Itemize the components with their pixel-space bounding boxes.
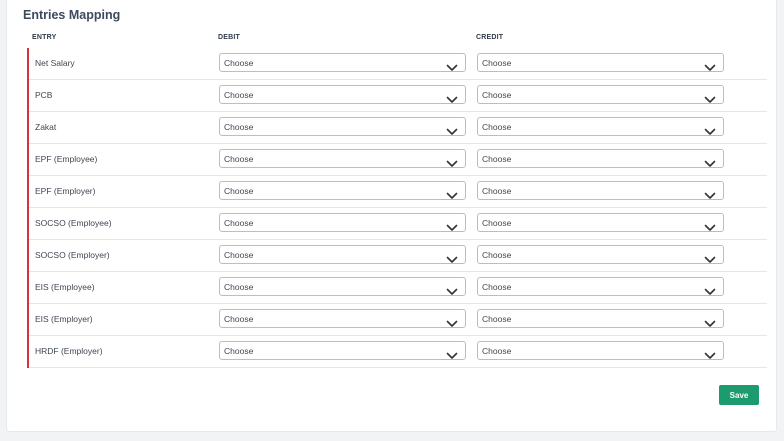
chevron-down-icon	[446, 315, 458, 327]
column-header-debit: DEBIT	[218, 34, 240, 41]
chevron-down-icon	[446, 347, 458, 359]
debit-account-select[interactable]: Choose	[219, 117, 466, 136]
chevron-down-icon	[446, 155, 458, 167]
entry-label: Net Salary	[35, 58, 75, 68]
entry-label: SOCSO (Employee)	[35, 218, 112, 228]
table-row: SOCSO (Employee) Choose Choose	[29, 208, 767, 240]
debit-account-select[interactable]: Choose	[219, 53, 466, 72]
chevron-down-icon	[704, 59, 716, 71]
credit-account-select[interactable]: Choose	[477, 149, 724, 168]
chevron-down-icon	[446, 59, 458, 71]
credit-select-value: Choose	[482, 58, 512, 68]
debit-account-select[interactable]: Choose	[219, 213, 466, 232]
credit-account-select[interactable]: Choose	[477, 277, 724, 296]
debit-select-value: Choose	[224, 122, 254, 132]
table-row: EIS (Employee) Choose Choose	[29, 272, 767, 304]
debit-account-select[interactable]: Choose	[219, 309, 466, 328]
entry-label: EPF (Employer)	[35, 186, 96, 196]
table-row: HRDF (Employer) Choose Choose	[29, 336, 767, 368]
credit-account-select[interactable]: Choose	[477, 85, 724, 104]
chevron-down-icon	[446, 251, 458, 263]
debit-select-value: Choose	[224, 346, 254, 356]
debit-select-value: Choose	[224, 186, 254, 196]
table-row: PCB Choose Choose	[29, 80, 767, 112]
debit-select-value: Choose	[224, 154, 254, 164]
entries-table: Net Salary Choose Choose PCB Choose Choose Zak…	[27, 48, 767, 368]
debit-account-select[interactable]: Choose	[219, 341, 466, 360]
chevron-down-icon	[446, 91, 458, 103]
chevron-down-icon	[446, 283, 458, 295]
column-header-entry: ENTRY	[32, 34, 57, 41]
chevron-down-icon	[704, 347, 716, 359]
chevron-down-icon	[704, 315, 716, 327]
entry-label: SOCSO (Employer)	[35, 250, 110, 260]
entry-label: EIS (Employer)	[35, 314, 93, 324]
entry-label: PCB	[35, 90, 53, 100]
table-row: EPF (Employee) Choose Choose	[29, 144, 767, 176]
chevron-down-icon	[704, 187, 716, 199]
chevron-down-icon	[446, 219, 458, 231]
credit-account-select[interactable]: Choose	[477, 181, 724, 200]
entry-label: EIS (Employee)	[35, 282, 95, 292]
entry-label: EPF (Employee)	[35, 154, 98, 164]
debit-account-select[interactable]: Choose	[219, 277, 466, 296]
chevron-down-icon	[704, 219, 716, 231]
credit-select-value: Choose	[482, 314, 512, 324]
chevron-down-icon	[704, 251, 716, 263]
credit-account-select[interactable]: Choose	[477, 245, 724, 264]
chevron-down-icon	[446, 123, 458, 135]
credit-account-select[interactable]: Choose	[477, 213, 724, 232]
debit-select-value: Choose	[224, 282, 254, 292]
table-row: SOCSO (Employer) Choose Choose	[29, 240, 767, 272]
table-row: EIS (Employer) Choose Choose	[29, 304, 767, 336]
save-button[interactable]: Save	[719, 385, 759, 405]
entry-label: HRDF (Employer)	[35, 346, 103, 356]
credit-select-value: Choose	[482, 90, 512, 100]
chevron-down-icon	[704, 283, 716, 295]
credit-select-value: Choose	[482, 154, 512, 164]
credit-select-value: Choose	[482, 250, 512, 260]
chevron-down-icon	[704, 91, 716, 103]
section-title: Entries Mapping	[23, 8, 121, 22]
entry-label: Zakat	[35, 122, 57, 132]
debit-select-value: Choose	[224, 314, 254, 324]
debit-account-select[interactable]: Choose	[219, 149, 466, 168]
credit-account-select[interactable]: Choose	[477, 341, 724, 360]
credit-select-value: Choose	[482, 282, 512, 292]
credit-select-value: Choose	[482, 186, 512, 196]
debit-account-select[interactable]: Choose	[219, 245, 466, 264]
debit-select-value: Choose	[224, 218, 254, 228]
table-row: Zakat Choose Choose	[29, 112, 767, 144]
entries-mapping-card: Entries Mapping ENTRY DEBIT CREDIT Net S…	[6, 0, 777, 432]
table-row: EPF (Employer) Choose Choose	[29, 176, 767, 208]
debit-account-select[interactable]: Choose	[219, 181, 466, 200]
table-row: Net Salary Choose Choose	[29, 48, 767, 80]
chevron-down-icon	[704, 155, 716, 167]
chevron-down-icon	[704, 123, 716, 135]
credit-account-select[interactable]: Choose	[477, 309, 724, 328]
credit-select-value: Choose	[482, 346, 512, 356]
credit-account-select[interactable]: Choose	[477, 117, 724, 136]
credit-select-value: Choose	[482, 122, 512, 132]
credit-account-select[interactable]: Choose	[477, 53, 724, 72]
debit-account-select[interactable]: Choose	[219, 85, 466, 104]
debit-select-value: Choose	[224, 90, 254, 100]
debit-select-value: Choose	[224, 58, 254, 68]
chevron-down-icon	[446, 187, 458, 199]
column-header-credit: CREDIT	[476, 34, 504, 41]
credit-select-value: Choose	[482, 218, 512, 228]
debit-select-value: Choose	[224, 250, 254, 260]
table-header: ENTRY DEBIT CREDIT	[27, 34, 765, 46]
